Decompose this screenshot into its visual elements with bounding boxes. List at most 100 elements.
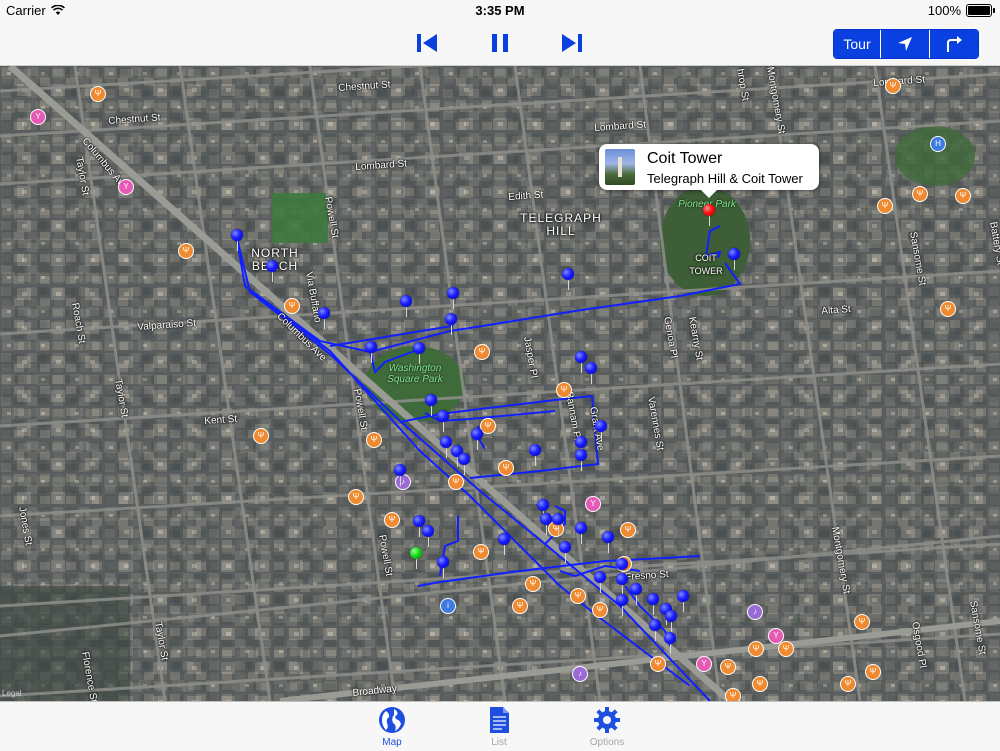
tab-bar: Map List Options (0, 701, 1000, 751)
tour-stop-pin[interactable] (552, 513, 564, 535)
legal-link[interactable]: Legal (2, 689, 22, 698)
tour-stop-pin[interactable] (647, 593, 659, 615)
tour-stop-pin[interactable] (585, 362, 597, 384)
skip-forward-button[interactable] (558, 29, 586, 57)
tour-stop-pin[interactable] (559, 541, 571, 563)
tab-label: Map (382, 737, 402, 748)
tour-stop-pin[interactable] (445, 313, 457, 335)
tour-stop-pin[interactable] (575, 522, 587, 544)
restaurant-icon: Ψ (556, 382, 572, 398)
tour-stop-pin[interactable] (616, 594, 628, 616)
tour-stop-pin[interactable] (630, 583, 642, 605)
tour-stop-pin[interactable] (498, 533, 510, 555)
tab-map[interactable]: Map (362, 705, 422, 748)
street-label: Kent St (204, 413, 238, 427)
info-icon: i (440, 598, 456, 614)
tour-stop-pin[interactable] (540, 513, 552, 535)
restaurant-icon: Ψ (955, 188, 971, 204)
tour-stop-pin[interactable] (677, 590, 689, 612)
restaurant-icon: Ψ (854, 614, 870, 630)
document-icon (490, 707, 509, 733)
restaurant-icon: Ψ (725, 688, 741, 701)
tour-stop-pin[interactable] (413, 342, 425, 364)
district-label: COIT TOWER (689, 253, 723, 276)
restaurant-icon: Ψ (473, 544, 489, 560)
restaurant-icon: Ψ (448, 474, 464, 490)
restaurant-icon: Ψ (384, 512, 400, 528)
restaurant-icon: Ψ (348, 489, 364, 505)
status-bar: Carrier 3:35 PM 100% (0, 0, 1000, 20)
restaurant-icon: Ψ (912, 186, 928, 202)
restaurant-icon: Ψ (620, 522, 636, 538)
restaurant-icon: Ψ (748, 641, 764, 657)
coit-tower-pin[interactable] (703, 204, 715, 226)
restaurant-icon: Ψ (474, 344, 490, 360)
tour-stop-pin[interactable] (649, 619, 661, 641)
satellite-map[interactable]: Chestnut St Chestnut St Lombard St Lomba… (0, 66, 1000, 701)
restaurant-icon: Ψ (840, 676, 856, 692)
restaurant-icon: Ψ (592, 602, 608, 618)
tour-stop-pin[interactable] (231, 229, 243, 251)
tab-options[interactable]: Options (577, 705, 637, 748)
restaurant-icon: Ψ (570, 588, 586, 604)
tour-button[interactable]: Tour (834, 30, 880, 58)
tour-stop-pin[interactable] (471, 428, 483, 450)
directions-button[interactable] (929, 30, 978, 58)
location-callout[interactable]: Coit Tower Telegraph Hill & Coit Tower (599, 144, 819, 198)
shopping-icon: Y (30, 109, 46, 125)
restaurant-icon: Ψ (885, 78, 901, 94)
tour-stop-pin[interactable] (595, 420, 607, 442)
map-mode-segmented-control: Tour (833, 29, 979, 59)
callout-thumbnail (605, 149, 635, 185)
callout-subtitle: Telegraph Hill & Coit Tower (647, 171, 803, 186)
tour-stop-pin[interactable] (318, 307, 330, 329)
status-right: 100% (927, 3, 995, 18)
restaurant-icon: Ψ (90, 86, 106, 102)
entertainment-icon: ♪ (747, 604, 763, 620)
start-pin[interactable] (410, 547, 422, 569)
tour-stop-pin[interactable] (400, 295, 412, 317)
tour-stop-pin[interactable] (437, 556, 449, 578)
restaurant-icon: Ψ (940, 301, 956, 317)
tour-stop-pin[interactable] (425, 394, 437, 416)
tour-stop-pin[interactable] (365, 341, 377, 363)
tour-stop-pin[interactable] (266, 260, 278, 282)
tour-stop-pin[interactable] (437, 410, 449, 432)
tour-stop-pin[interactable] (562, 268, 574, 290)
tour-stop-pin[interactable] (422, 525, 434, 547)
pause-icon (492, 34, 508, 52)
restaurant-icon: Ψ (366, 432, 382, 448)
tour-stop-pin[interactable] (575, 449, 587, 471)
skip-back-button[interactable] (413, 29, 441, 57)
entertainment-icon: ♪ (572, 666, 588, 682)
tour-stop-pin[interactable] (665, 610, 677, 632)
status-time: 3:35 PM (475, 3, 525, 18)
restaurant-icon: Ψ (650, 656, 666, 672)
street-label: Alta St (821, 303, 852, 317)
map-imagery (0, 66, 1000, 701)
callout-title: Coit Tower (647, 150, 723, 167)
tour-stop-pin[interactable] (664, 632, 676, 654)
tour-stop-pin[interactable] (616, 573, 628, 595)
pause-button[interactable] (486, 29, 514, 57)
tour-stop-pin[interactable] (529, 444, 541, 466)
restaurant-icon: Ψ (178, 243, 194, 259)
location-button[interactable] (880, 30, 929, 58)
location-arrow-icon (898, 37, 912, 51)
tour-stop-pin[interactable] (394, 464, 406, 486)
restaurant-icon: Ψ (752, 676, 768, 692)
restaurant-icon: Ψ (525, 576, 541, 592)
tour-stop-pin[interactable] (728, 248, 740, 270)
shopping-icon: Y (118, 179, 134, 195)
tour-stop-pin[interactable] (602, 531, 614, 553)
tab-list[interactable]: List (469, 705, 529, 748)
tour-stop-pin[interactable] (458, 453, 470, 475)
restaurant-icon: Ψ (512, 598, 528, 614)
battery-percent: 100% (927, 3, 961, 18)
tab-label: List (491, 737, 507, 748)
tour-stop-pin[interactable] (447, 287, 459, 309)
tour-stop-pin[interactable] (594, 571, 606, 593)
shopping-icon: Y (585, 496, 601, 512)
shopping-icon: Y (696, 656, 712, 672)
toolbar: Tour (0, 20, 1000, 66)
